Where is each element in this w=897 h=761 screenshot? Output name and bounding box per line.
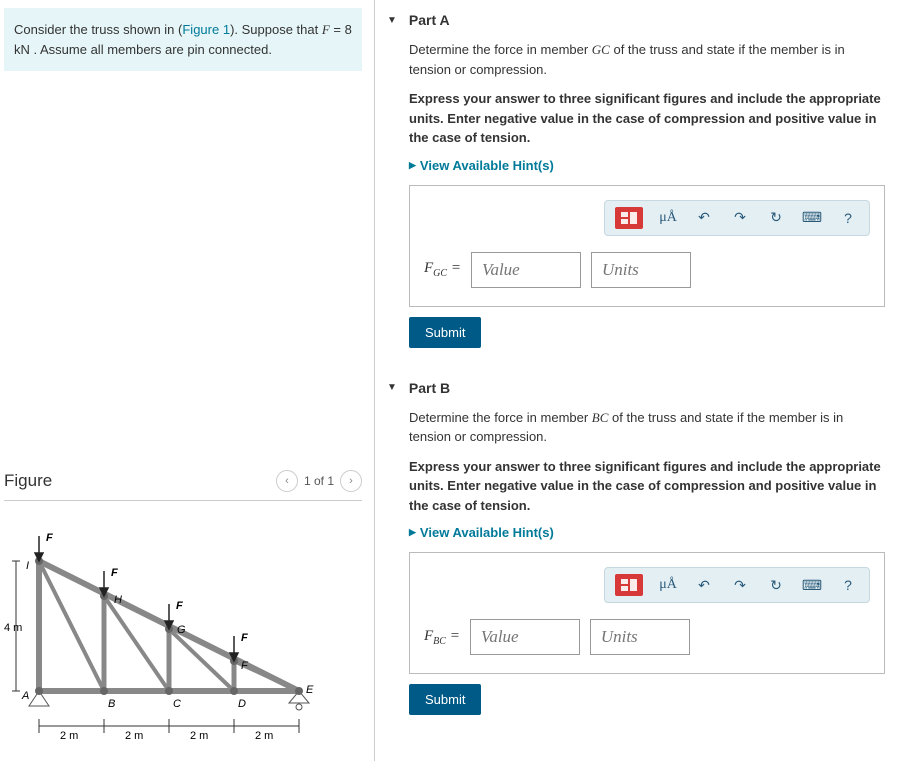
- part-b-question: Determine the force in member BC of the …: [409, 408, 885, 447]
- next-figure-button[interactable]: ›: [340, 470, 362, 492]
- svg-text:2 m: 2 m: [190, 730, 208, 742]
- redo-icon[interactable]: ↷: [729, 575, 751, 595]
- redo-icon[interactable]: ↷: [729, 208, 751, 228]
- reset-icon[interactable]: ↻: [765, 208, 787, 228]
- units-input[interactable]: [591, 252, 691, 288]
- answer-box-a: μÅ ↶ ↷ ↻ ⌨ ? FGC =: [409, 185, 885, 307]
- svg-text:B: B: [108, 698, 115, 710]
- figure-title: Figure: [4, 471, 52, 491]
- submit-button[interactable]: Submit: [409, 684, 481, 715]
- figure-header: Figure ‹ 1 of 1 ›: [4, 462, 362, 501]
- svg-text:C: C: [173, 698, 181, 710]
- part-b-header[interactable]: ▼ Part B: [387, 376, 885, 408]
- units-input[interactable]: [590, 619, 690, 655]
- answer-row: FBC =: [424, 619, 870, 655]
- part-b-instruction: Express your answer to three significant…: [409, 457, 885, 516]
- answer-toolbar: μÅ ↶ ↷ ↻ ⌨ ?: [604, 200, 870, 236]
- problem-text: . Assume all members are pin connected.: [30, 42, 272, 57]
- view-hints-link[interactable]: ▶View Available Hint(s): [409, 158, 885, 173]
- svg-text:F: F: [176, 600, 183, 612]
- part-b-title: Part B: [409, 380, 450, 396]
- left-panel: Consider the truss shown in (Figure 1). …: [0, 0, 375, 761]
- right-panel: ▼ Part A Determine the force in member G…: [375, 0, 897, 761]
- figure-nav: ‹ 1 of 1 ›: [276, 470, 362, 492]
- units-symbol-button[interactable]: μÅ: [657, 575, 679, 595]
- part-b: ▼ Part B Determine the force in member B…: [387, 376, 885, 716]
- svg-text:G: G: [177, 624, 186, 636]
- triangle-right-icon: ▶: [409, 527, 416, 538]
- undo-icon[interactable]: ↶: [693, 208, 715, 228]
- undo-icon[interactable]: ↶: [693, 575, 715, 595]
- svg-text:E: E: [306, 684, 314, 696]
- svg-text:H: H: [114, 594, 122, 606]
- view-hints-link[interactable]: ▶View Available Hint(s): [409, 525, 885, 540]
- keyboard-icon[interactable]: ⌨: [801, 575, 823, 595]
- svg-text:A: A: [21, 690, 29, 702]
- reset-icon[interactable]: ↻: [765, 575, 787, 595]
- part-a-header[interactable]: ▼ Part A: [387, 8, 885, 40]
- var-f: F: [322, 22, 330, 37]
- figure-body: F F F F I H G F A B C D E: [4, 501, 362, 761]
- units-symbol-button[interactable]: μÅ: [657, 208, 679, 228]
- part-a-instruction: Express your answer to three significant…: [409, 89, 885, 148]
- value-input[interactable]: [470, 619, 580, 655]
- part-a-title: Part A: [409, 12, 450, 28]
- answer-label: FBC =: [424, 628, 460, 647]
- caret-down-icon: ▼: [387, 382, 397, 393]
- prev-figure-button[interactable]: ‹: [276, 470, 298, 492]
- answer-box-b: μÅ ↶ ↷ ↻ ⌨ ? FBC =: [409, 552, 885, 674]
- svg-text:2 m: 2 m: [125, 730, 143, 742]
- problem-statement: Consider the truss shown in (Figure 1). …: [4, 8, 362, 71]
- keyboard-icon[interactable]: ⌨: [801, 208, 823, 228]
- figure-counter: 1 of 1: [304, 474, 334, 488]
- help-icon[interactable]: ?: [837, 208, 859, 228]
- templates-icon[interactable]: [615, 207, 643, 229]
- figure-section: Figure ‹ 1 of 1 ›: [4, 462, 362, 761]
- svg-text:F: F: [241, 632, 248, 644]
- triangle-right-icon: ▶: [409, 160, 416, 171]
- caret-down-icon: ▼: [387, 15, 397, 26]
- svg-text:F: F: [46, 532, 53, 544]
- templates-icon[interactable]: [615, 574, 643, 596]
- truss-diagram: F F F F I H G F A B C D E: [4, 521, 324, 751]
- svg-text:2 m: 2 m: [60, 730, 78, 742]
- answer-row: FGC =: [424, 252, 870, 288]
- submit-button[interactable]: Submit: [409, 317, 481, 348]
- problem-text: ). Suppose that: [230, 22, 322, 37]
- answer-label: FGC =: [424, 260, 461, 279]
- svg-text:4 m: 4 m: [4, 622, 22, 634]
- svg-text:D: D: [238, 698, 246, 710]
- value-input[interactable]: [471, 252, 581, 288]
- svg-text:2 m: 2 m: [255, 730, 273, 742]
- figure-link[interactable]: Figure 1: [182, 22, 230, 37]
- answer-toolbar: μÅ ↶ ↷ ↻ ⌨ ?: [604, 567, 870, 603]
- svg-text:I: I: [26, 560, 29, 572]
- part-a: ▼ Part A Determine the force in member G…: [387, 8, 885, 348]
- problem-text: Consider the truss shown in (: [14, 22, 182, 37]
- svg-text:F: F: [111, 567, 118, 579]
- help-icon[interactable]: ?: [837, 575, 859, 595]
- part-a-question: Determine the force in member GC of the …: [409, 40, 885, 79]
